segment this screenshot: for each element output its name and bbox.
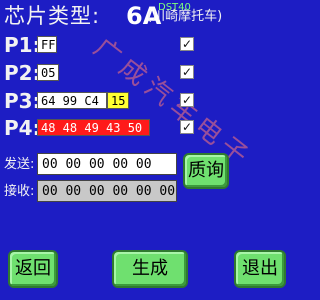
p1-label: P1: (4, 33, 41, 57)
receive-label: 接收: (4, 184, 35, 199)
receive-field: 00 00 00 00 00 00 (37, 180, 177, 202)
p2-value-field[interactable]: 05 (37, 64, 59, 81)
p3-highlight-field[interactable]: 15 (107, 92, 129, 109)
send-label: 发送: (4, 157, 35, 172)
back-button[interactable]: 返回 (8, 250, 58, 288)
generate-button[interactable]: 生成 (112, 250, 188, 288)
p2-label: P2: (4, 61, 41, 85)
send-field[interactable]: 00 00 00 00 00 (37, 153, 177, 175)
chip-type-label: 芯片类型: (4, 4, 101, 28)
p2-checkbox[interactable]: ✓ (180, 65, 194, 79)
query-button[interactable]: 质询 (183, 153, 229, 189)
p4-label: P4: (4, 116, 41, 140)
p4-checkbox[interactable]: ✓ (180, 120, 194, 134)
p1-checkbox[interactable]: ✓ (180, 37, 194, 51)
exit-button[interactable]: 退出 (234, 250, 286, 288)
maker-label: (川崎摩托车) (147, 9, 223, 24)
p1-value-field[interactable]: FF (37, 36, 57, 53)
p4-value-field[interactable]: 48 48 49 43 50 (37, 119, 150, 136)
p3-label: P3: (4, 89, 41, 113)
p3-checkbox[interactable]: ✓ (180, 93, 194, 107)
p3-value-field[interactable]: 64 99 C4 (37, 92, 107, 109)
